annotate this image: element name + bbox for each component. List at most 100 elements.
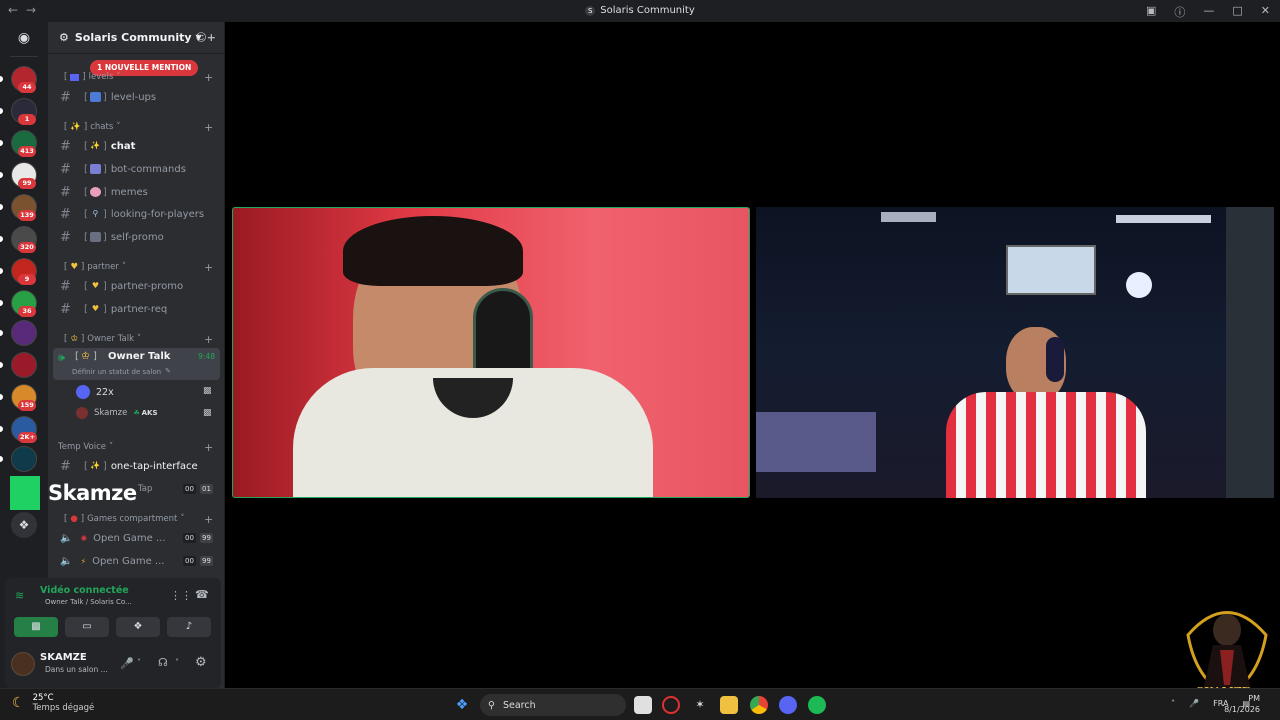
voice-channel-label: Owner Talk <box>108 351 171 362</box>
channel-chat[interactable]: # [✨] chat <box>56 136 220 156</box>
channel-label: partner-promo <box>110 280 184 292</box>
soundboard-button[interactable]: ♪ <box>167 617 211 637</box>
discord-icon[interactable] <box>779 696 797 714</box>
spotify-icon[interactable] <box>808 696 826 714</box>
channel-self-promo[interactable]: # [] self-promo <box>56 227 220 247</box>
category-partner[interactable]: [♥] partner ˅ + <box>64 261 213 274</box>
server-header[interactable]: ⚙ Solaris Community ▼ ☺+ <box>48 22 225 54</box>
server-settings-icon: ⚙ <box>59 31 69 44</box>
task-view-icon[interactable] <box>634 696 652 714</box>
unread-indicator <box>0 456 3 462</box>
headphones-icon[interactable]: ☊ <box>158 656 168 669</box>
steam-icon[interactable]: ✶ <box>691 696 709 714</box>
opera-icon[interactable] <box>662 696 680 714</box>
channel-one-tap-interface[interactable]: # [✨] one-tap-interface <box>56 456 220 476</box>
activities-button[interactable]: ❖ <box>116 617 160 637</box>
mention-badge: 139 <box>18 210 36 221</box>
discover-icon[interactable]: ❖ <box>11 512 37 538</box>
bracket: ] <box>102 163 107 175</box>
discord-home-icon[interactable]: ◉ <box>12 28 36 48</box>
maximize-icon[interactable]: □ <box>1232 4 1242 20</box>
bracket: [ <box>84 140 88 152</box>
unread-indicator <box>0 426 3 432</box>
chevron-down-icon[interactable]: ˅ <box>137 658 141 667</box>
inbox-icon[interactable]: ▣ <box>1146 4 1156 20</box>
channel-bot-commands[interactable]: # [] bot-commands <box>56 159 220 179</box>
bracket: [ <box>84 91 88 103</box>
add-channel-icon[interactable]: + <box>204 441 213 454</box>
chevron-up-icon[interactable]: ˄ <box>1171 699 1175 708</box>
pencil-icon[interactable]: ✎ <box>165 367 171 375</box>
voice-location[interactable]: Owner Talk / Solaris Co... <box>45 598 132 606</box>
server-mini-icon: S <box>585 6 596 16</box>
guild-tag: AKS <box>141 409 158 417</box>
user-avatar[interactable] <box>11 652 35 676</box>
add-channel-icon[interactable]: + <box>204 513 213 526</box>
channel-memes[interactable]: # [] memes <box>56 182 220 202</box>
channel-looking-for-players[interactable]: # [⚲] looking-for-players <box>56 204 220 224</box>
video-tile-participant[interactable] <box>756 207 1274 498</box>
camera-icon: ▩ <box>203 386 212 396</box>
category-owner-talk[interactable]: [♔] Owner Talk ˅ + <box>64 333 213 346</box>
windows-start-icon[interactable]: ❖ <box>453 696 471 714</box>
disconnect-icon[interactable]: ☎ <box>195 588 209 601</box>
channel-partner-req[interactable]: # [♥] partner-req <box>56 299 220 319</box>
heart-icon: ♥ <box>91 281 99 290</box>
guild-server-13-icon[interactable] <box>11 446 37 472</box>
add-channel-icon[interactable]: + <box>204 333 213 346</box>
channel-partner-promo[interactable]: # [♥] partner-promo <box>56 276 220 296</box>
unread-indicator <box>0 204 3 210</box>
chevron-down-icon: ˅ <box>116 122 121 132</box>
voice-channel-owner-talk[interactable]: 🕪 [ ♔ ] Owner Talk 9:48 Définir un statu… <box>53 348 220 380</box>
guild-server-10-icon[interactable] <box>11 352 37 378</box>
voice-channel-open-game-1[interactable]: 🔈 ✺ Open Game ... 00 99 <box>56 528 220 548</box>
hash-icon: # <box>60 89 71 105</box>
share-screen-button[interactable]: ▭ <box>65 617 109 637</box>
soundboard-icon: ♪ <box>185 621 193 632</box>
chrome-icon[interactable] <box>750 696 768 714</box>
voice-channel-open-game-2[interactable]: 🔈 ⚡ Open Game ... 00 99 <box>56 551 220 571</box>
voice-user-skamze[interactable]: Skamze ☘ AKS <box>76 407 158 419</box>
microphone-icon[interactable]: 🎤 <box>120 657 134 670</box>
guild-server-9-icon[interactable] <box>11 320 37 346</box>
help-icon[interactable]: ⓘ <box>1174 4 1185 20</box>
weather-widget[interactable]: ☾ 25°C Temps dégagé <box>12 693 94 713</box>
invite-people-icon[interactable]: ☺+ <box>195 31 216 44</box>
camera-button[interactable]: ▩ <box>14 617 58 637</box>
category-temp-voice[interactable]: Temp Voice ˅ + <box>58 441 213 454</box>
headset-icon <box>1046 337 1064 382</box>
file-explorer-icon[interactable] <box>720 696 738 714</box>
username[interactable]: SKAMZE <box>40 652 87 663</box>
add-channel-icon[interactable]: + <box>204 71 213 84</box>
window-title: S Solaris Community <box>0 0 1280 22</box>
category-levels[interactable]: [] levels ˅ + <box>64 71 213 84</box>
clock-time: PM <box>1248 694 1260 703</box>
taskbar-search[interactable]: ⚲ Search <box>480 694 626 716</box>
tag-leaf-icon: ☘ <box>133 409 140 417</box>
channel-label: self-promo <box>110 231 164 243</box>
set-channel-status[interactable]: Définir un statut de salon <box>72 368 161 376</box>
clock[interactable]: PM 8/1/2026 <box>1224 693 1260 715</box>
bracket: ] <box>102 91 107 103</box>
microphone-tray-icon[interactable]: 🎤 <box>1189 699 1199 708</box>
category-chats[interactable]: [✨] chats ˅ + <box>64 121 213 134</box>
voice-status[interactable]: Vidéo connectée <box>40 585 129 596</box>
category-games-compartment[interactable]: [●] Games compartment ˅ + <box>64 513 213 526</box>
video-tile-speaking[interactable] <box>232 207 750 498</box>
levels-emoji-icon <box>70 73 80 81</box>
voice-user-22x[interactable]: 22x <box>76 385 114 399</box>
channel-level-ups[interactable]: # [] level-ups <box>56 87 220 107</box>
moon-icon: ☾ <box>12 695 25 711</box>
add-channel-icon[interactable]: + <box>204 121 213 134</box>
category-bracket: ] <box>80 262 85 272</box>
chevron-down-icon: ˅ <box>121 262 127 272</box>
bracket: ] <box>102 460 107 472</box>
settings-gear-icon[interactable]: ⚙ <box>195 655 207 670</box>
minimize-icon[interactable]: — <box>1203 4 1214 20</box>
close-icon[interactable]: ✕ <box>1261 4 1270 20</box>
chevron-down-icon[interactable]: ˅ <box>175 658 179 667</box>
room-wall <box>1226 207 1274 498</box>
sparkles-icon: ✨ <box>90 141 101 150</box>
noise-suppression-icon[interactable]: ⋮⋮ <box>170 589 192 602</box>
add-channel-icon[interactable]: + <box>204 261 213 274</box>
